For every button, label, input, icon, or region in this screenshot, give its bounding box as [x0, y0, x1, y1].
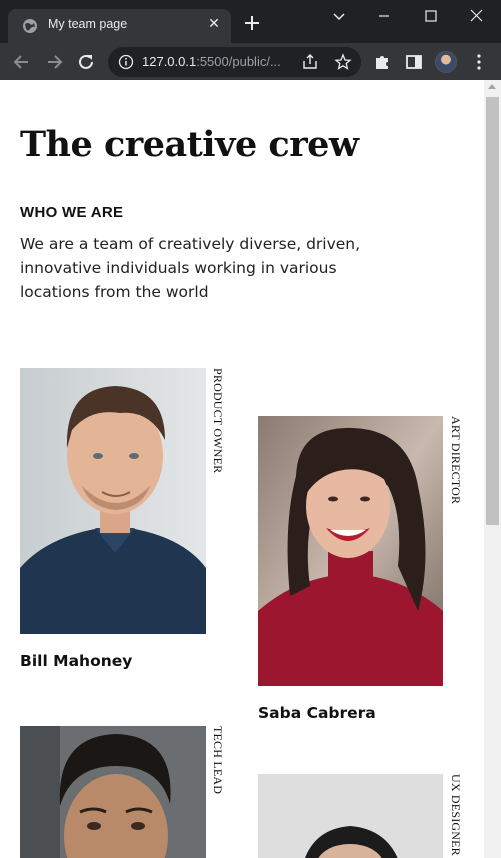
- portrait-image: [20, 726, 206, 858]
- team-photo: [20, 726, 206, 858]
- intro-text: We are a team of creatively diverse, dri…: [20, 235, 361, 301]
- team-name: Saba Cabrera: [258, 704, 376, 722]
- menu-kebab-icon[interactable]: [468, 51, 490, 73]
- maximize-icon[interactable]: [417, 5, 445, 29]
- info-icon[interactable]: [118, 54, 134, 70]
- team-card: ART DIRECTOR Saba Cabrera: [258, 416, 468, 736]
- close-tab-icon[interactable]: ✕: [205, 15, 223, 33]
- team-card: UX DESIGNER: [258, 774, 468, 858]
- section-label: WHO WE ARE: [20, 204, 124, 221]
- tab-search-chevron-icon[interactable]: [325, 5, 353, 29]
- new-tab-icon[interactable]: [242, 13, 262, 33]
- globe-icon: [23, 19, 37, 33]
- browser-tab-bar: My team page ✕: [0, 0, 501, 43]
- browser-toolbar: 127.0.0.1:5500/public/...: [0, 43, 501, 80]
- portrait-image: [258, 416, 443, 686]
- vertical-scrollbar[interactable]: [484, 80, 501, 858]
- back-arrow-icon[interactable]: [11, 51, 33, 73]
- page-title: The creative crew: [20, 124, 359, 165]
- team-role: UX DESIGNER: [449, 774, 463, 856]
- team-role: PRODUCT OWNER: [211, 368, 225, 474]
- team-photo: [258, 774, 443, 858]
- address-url: 127.0.0.1:5500/public/...: [142, 54, 281, 69]
- address-bar[interactable]: 127.0.0.1:5500/public/...: [108, 47, 361, 77]
- profile-avatar[interactable]: [435, 51, 457, 73]
- portrait-image: [20, 368, 206, 634]
- extensions-puzzle-icon[interactable]: [371, 51, 393, 73]
- team-card: TECH LEAD: [20, 726, 230, 858]
- team-card: PRODUCT OWNER Bill Mahoney: [20, 368, 230, 688]
- page-viewport: The creative crew WHO WE ARE We are a te…: [0, 80, 484, 858]
- reload-icon[interactable]: [75, 51, 97, 73]
- team-photo: [20, 368, 206, 634]
- browser-tab[interactable]: My team page ✕: [8, 9, 231, 43]
- team-photo: [258, 416, 443, 686]
- scrollbar-thumb[interactable]: [486, 97, 499, 525]
- share-icon[interactable]: [301, 53, 319, 71]
- url-host: 127.0.0.1: [142, 54, 197, 69]
- team-role: TECH LEAD: [211, 726, 225, 795]
- scroll-up-arrow-icon[interactable]: [488, 84, 496, 89]
- url-path: :5500/public/...: [196, 54, 281, 69]
- minimize-icon[interactable]: [370, 5, 398, 29]
- forward-arrow-icon[interactable]: [43, 51, 65, 73]
- portrait-image: [258, 774, 443, 858]
- tab-title: My team page: [48, 17, 128, 31]
- bookmark-star-icon[interactable]: [334, 53, 352, 71]
- team-name: Bill Mahoney: [20, 652, 133, 670]
- close-window-icon[interactable]: [463, 5, 491, 29]
- side-panel-icon[interactable]: [403, 51, 425, 73]
- team-role: ART DIRECTOR: [449, 416, 463, 505]
